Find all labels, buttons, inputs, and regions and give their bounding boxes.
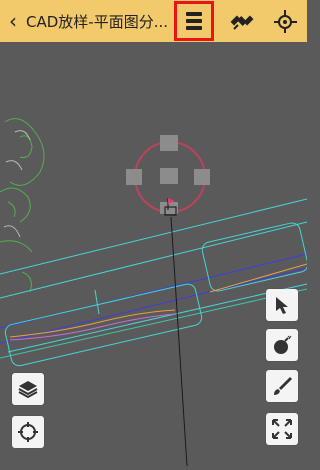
menu-list-icon [186, 12, 202, 30]
target-location-icon [274, 10, 297, 33]
top-bar: ‹ CAD放样-平面图分... [0, 0, 307, 42]
location-button[interactable] [267, 0, 303, 42]
back-button[interactable]: ‹ [4, 0, 22, 42]
brush-icon [274, 377, 292, 395]
select-button[interactable] [266, 289, 298, 321]
cursor-arrow-icon [276, 297, 288, 314]
cad-drawing[interactable] [0, 42, 309, 467]
draw-button[interactable] [266, 370, 298, 402]
layers-icon [18, 381, 38, 399]
menu-button[interactable] [174, 1, 214, 41]
stakeout-line [170, 216, 188, 467]
chevron-left-icon: ‹ [9, 9, 17, 33]
fit-view-button[interactable] [266, 413, 298, 445]
bomb-icon [274, 335, 292, 354]
page-title: CAD放样-平面图分... [26, 12, 168, 31]
satellite-icon [230, 15, 254, 30]
map-canvas[interactable] [0, 42, 309, 467]
road-lines [0, 198, 309, 367]
cad-green-shapes [0, 118, 45, 293]
layers-button[interactable] [12, 373, 44, 405]
bomb-button[interactable] [266, 329, 298, 361]
crosshair-icon [18, 422, 38, 442]
locate-button[interactable] [12, 416, 44, 448]
satellite-button[interactable] [224, 0, 260, 42]
fullscreen-icon [272, 419, 292, 439]
